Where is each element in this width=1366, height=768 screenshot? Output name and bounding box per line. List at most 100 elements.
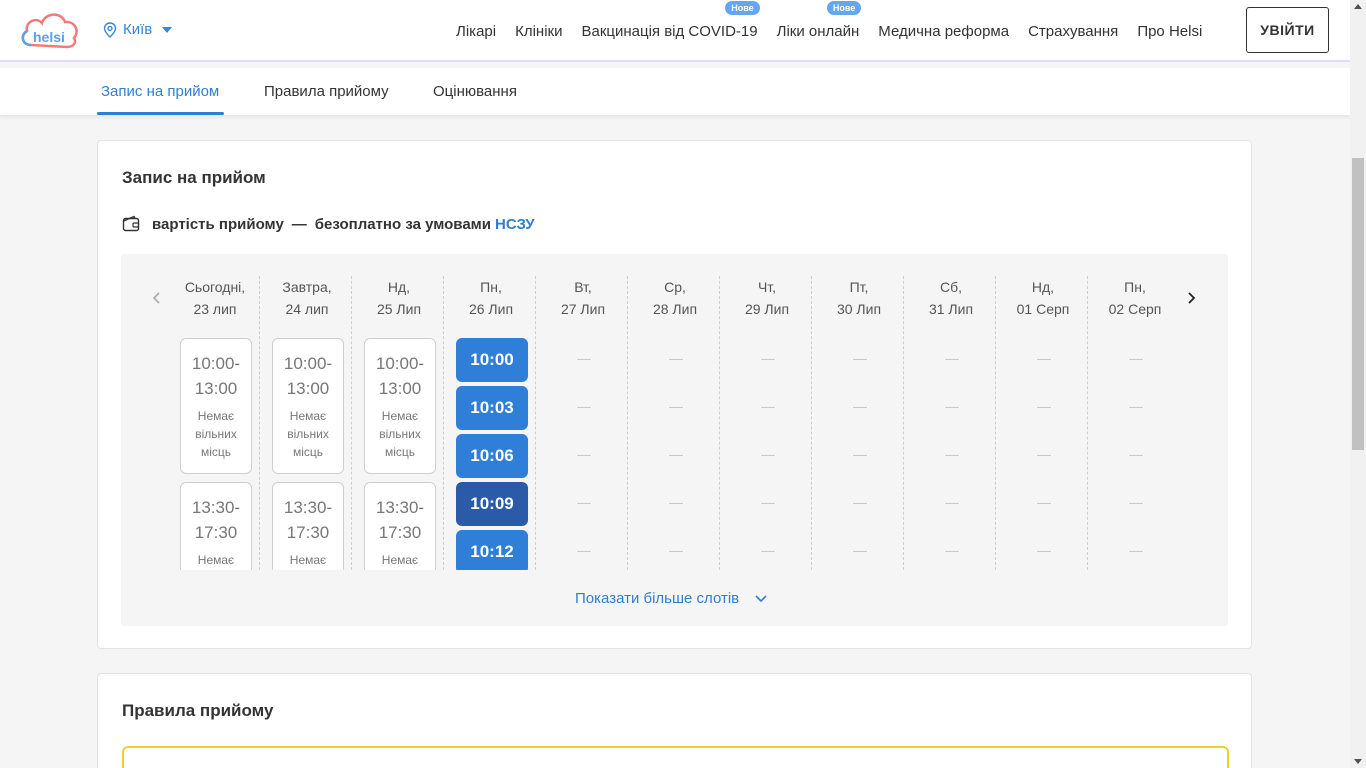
no-slot-dash bbox=[853, 359, 867, 360]
slot-note: вільних bbox=[287, 427, 329, 441]
slot-note: вільних bbox=[365, 569, 435, 570]
rules-title: Правила прийому bbox=[122, 701, 274, 720]
page-scrollbar[interactable] bbox=[1350, 0, 1366, 768]
slot-note: Немає bbox=[197, 409, 235, 423]
no-slot-dash bbox=[761, 455, 775, 456]
day-date: 27 Лип bbox=[560, 301, 606, 317]
no-slot-dash bbox=[945, 359, 959, 360]
time-slot-button[interactable]: 10:00 bbox=[456, 338, 528, 382]
time-slot-button[interactable]: 10:12 bbox=[456, 530, 528, 570]
time-slot-button[interactable]: 10:09 bbox=[456, 482, 528, 526]
slot-time: 13:00 bbox=[194, 379, 238, 398]
schedule-grid: Сьогодні, 23 лип Завтра, 24 лип Нд, 25 Лип Пн,… bbox=[121, 254, 1228, 626]
slot-note: Немає bbox=[381, 409, 419, 423]
no-slot-dash bbox=[1129, 359, 1143, 360]
nav-item-covid-vaccination[interactable]: Вакцинація від COVID-19 Нове bbox=[581, 0, 760, 40]
nav-item-medicines-online[interactable]: Ліки онлайн Нове bbox=[777, 0, 862, 40]
slot-note: місць bbox=[384, 445, 416, 459]
slot-note: Немає bbox=[289, 409, 327, 423]
day-date: 02 Серп bbox=[1108, 301, 1162, 317]
no-slot-dash bbox=[669, 551, 683, 552]
day-name: Завтра, bbox=[282, 279, 332, 295]
day-name: Сьогодні, bbox=[184, 279, 246, 295]
no-slot-dash bbox=[1129, 407, 1143, 408]
slot-time: 13:30- bbox=[375, 498, 425, 517]
no-slot-dash bbox=[577, 551, 591, 552]
time-slot-button[interactable]: 10:03 bbox=[456, 386, 528, 430]
no-slot-dash bbox=[669, 503, 683, 504]
nav-item-insurance[interactable]: Страхування bbox=[1028, 23, 1118, 40]
no-slot-dash bbox=[1037, 359, 1051, 360]
slot-time: 10:00- bbox=[375, 354, 425, 373]
no-slot-dash bbox=[853, 455, 867, 456]
day-date: 23 лип bbox=[193, 301, 237, 317]
day-date: 28 Лип bbox=[652, 301, 698, 317]
nav-item-about[interactable]: Про Helsi bbox=[1137, 23, 1202, 40]
scroll-up-arrow-icon[interactable] bbox=[1354, 4, 1362, 9]
slot-time: 17:30 bbox=[286, 523, 330, 542]
no-slot-dash bbox=[853, 551, 867, 552]
day-date: 31 Лип bbox=[928, 301, 974, 317]
no-slot-dash bbox=[577, 359, 591, 360]
wallet-icon bbox=[122, 215, 140, 232]
unavailable-slot: 10:00- 13:00 Немає вільних місць bbox=[272, 338, 344, 474]
price-label: вартість прийому bbox=[152, 215, 284, 233]
day-name: Нд, bbox=[387, 279, 411, 295]
day-name: Пт, bbox=[849, 279, 869, 295]
slot-time: 13:30- bbox=[283, 498, 333, 517]
unavailable-slot: 13:30-17:30Немаєвільнихмісць bbox=[272, 482, 344, 570]
day-name: Ср, bbox=[664, 279, 686, 295]
no-slot-dash bbox=[1037, 503, 1051, 504]
day-date: 01 Серп bbox=[1016, 301, 1070, 317]
no-slot-dash bbox=[945, 455, 959, 456]
chevron-right-icon[interactable] bbox=[1185, 292, 1197, 304]
day-date: 24 лип bbox=[285, 301, 329, 317]
no-slot-dash bbox=[1129, 455, 1143, 456]
no-slot-dash bbox=[1037, 455, 1051, 456]
unavailable-slot: 10:00- 13:00 Немає вільних місць bbox=[180, 338, 252, 474]
slot-time: 17:30 bbox=[378, 523, 422, 542]
nav-item-clinics[interactable]: Клініки bbox=[515, 23, 562, 40]
price-separator: — bbox=[291, 215, 307, 233]
nav-item-medical-reform[interactable]: Медична реформа bbox=[878, 23, 1009, 40]
scroll-down-arrow-icon[interactable] bbox=[1354, 759, 1362, 764]
tab-rules[interactable]: Правила прийому bbox=[264, 68, 389, 115]
show-more-slots-button[interactable]: Показати більше слотів bbox=[575, 590, 767, 607]
slot-note: вільних bbox=[379, 427, 421, 441]
nszu-link[interactable]: НСЗУ bbox=[495, 216, 535, 233]
nav-item-doctors[interactable]: Лікарі bbox=[456, 23, 496, 40]
no-slot-dash bbox=[945, 503, 959, 504]
slot-note: вільних bbox=[181, 569, 251, 570]
tab-ratings[interactable]: Оцінювання bbox=[433, 68, 517, 115]
slot-time: 17:30 bbox=[194, 523, 238, 542]
booking-title: Запис на прийом bbox=[122, 168, 266, 187]
time-slots: 10:00- 13:00 Немає вільних місць 13:30- 17:30 Н… bbox=[121, 338, 1228, 570]
login-button[interactable]: УВІЙТИ bbox=[1246, 7, 1329, 53]
day-name: Пн, bbox=[480, 279, 502, 295]
price-value: безоплатно за умовами bbox=[314, 215, 491, 233]
no-slot-dash bbox=[669, 359, 683, 360]
no-slot-dash bbox=[1129, 503, 1143, 504]
slot-time: 10:00- bbox=[283, 354, 333, 373]
no-slot-dash bbox=[577, 455, 591, 456]
city-selector[interactable]: Київ bbox=[103, 21, 173, 38]
day-name: Вт, bbox=[574, 279, 592, 295]
no-slot-dash bbox=[669, 407, 683, 408]
no-slot-dash bbox=[669, 455, 683, 456]
slot-time: 13:30- bbox=[191, 498, 241, 517]
no-slot-dash bbox=[1129, 551, 1143, 552]
location-pin-icon bbox=[103, 21, 117, 38]
rules-notice-box bbox=[122, 746, 1229, 768]
helsi-logo[interactable]: helsi bbox=[19, 9, 81, 51]
top-header: helsi Київ Лікарі Клініки Вакцинація від… bbox=[0, 0, 1350, 62]
tab-booking[interactable]: Запис на прийом bbox=[96, 68, 225, 115]
time-slot-button[interactable]: 10:06 bbox=[456, 434, 528, 478]
chevron-down-icon bbox=[162, 26, 173, 33]
rules-card: Правила прийому bbox=[97, 673, 1252, 768]
new-badge: Нове bbox=[725, 0, 760, 15]
day-date: 26 Лип bbox=[468, 301, 514, 317]
slot-note: вільних bbox=[273, 569, 343, 570]
scrollbar-thumb[interactable] bbox=[1352, 158, 1364, 450]
slot-note: Немає bbox=[381, 553, 419, 567]
chevron-left-icon[interactable] bbox=[151, 292, 163, 304]
